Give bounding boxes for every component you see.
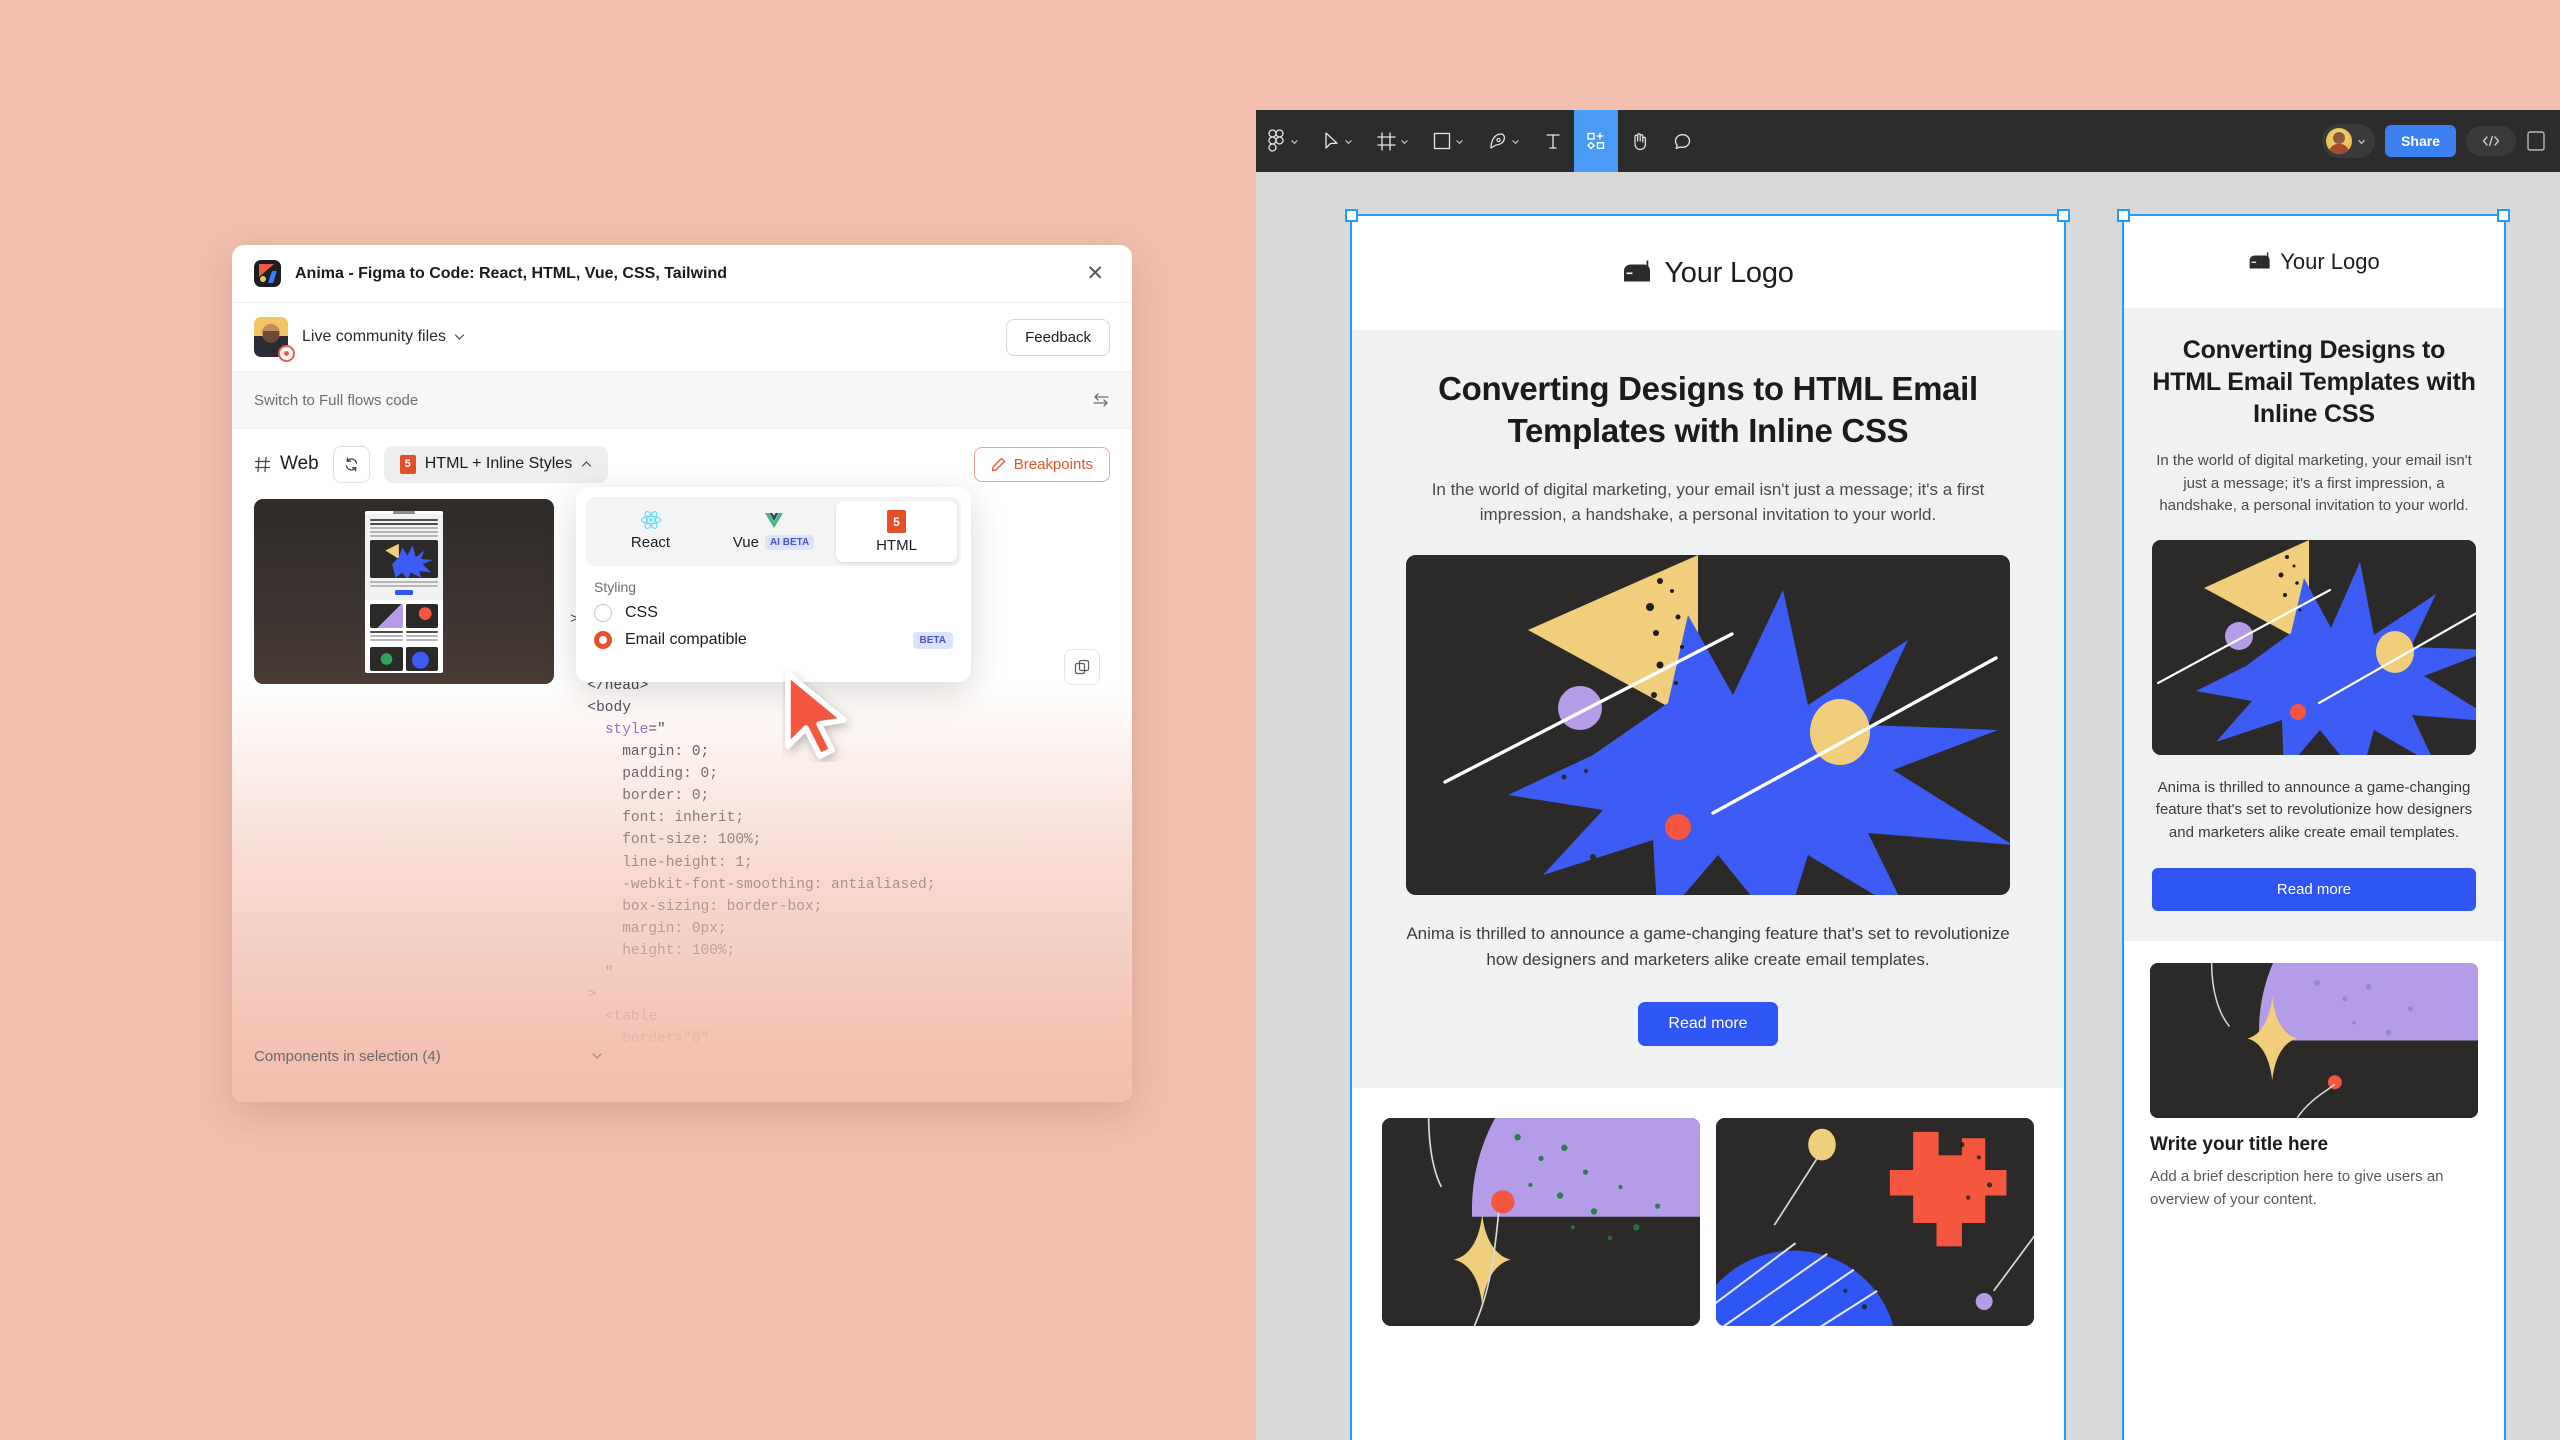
chevron-up-icon <box>582 461 592 467</box>
react-icon <box>640 511 661 529</box>
figma-canvas[interactable]: Your Logo Converting Designs to HTML Ema… <box>1256 172 2560 1440</box>
comment-bubble-icon <box>1674 133 1691 149</box>
plugin-bottom-bar: Components in selection (4) <box>232 1010 1132 1102</box>
styling-option-email-compatible[interactable]: Email compatible BETA <box>586 622 961 649</box>
breakpoints-label: Breakpoints <box>1013 455 1093 473</box>
figma-avatar-menu[interactable] <box>2322 124 2376 158</box>
copy-icon <box>1074 659 1090 675</box>
language-select-button[interactable]: 5 HTML + Inline Styles <box>383 445 609 483</box>
move-tool-button[interactable] <box>1311 110 1365 172</box>
preview-mini-page <box>365 510 443 673</box>
breakpoints-button[interactable]: Breakpoints <box>973 446 1110 482</box>
pen-icon <box>1490 132 1506 149</box>
pencil-icon <box>991 457 1005 471</box>
preview-thumbnail[interactable] <box>254 499 554 684</box>
plugins-grid-plus-icon <box>1587 132 1605 150</box>
styling-option-css[interactable]: CSS <box>586 595 961 622</box>
platform-label: Web <box>280 453 319 474</box>
figma-logo-icon <box>1268 129 1284 152</box>
swap-arrows-icon[interactable] <box>1092 391 1110 409</box>
share-button[interactable]: Share <box>2385 125 2456 157</box>
switch-flows-row[interactable]: Switch to Full flows code <box>232 371 1132 429</box>
chevron-down-icon <box>1456 139 1463 144</box>
present-play-icon[interactable] <box>2526 130 2546 152</box>
hand-icon <box>1634 133 1647 151</box>
framework-segmented-control: React Vue AI BETA 5 HTML <box>586 497 961 566</box>
figma-toolbar: Share <box>1256 110 2560 172</box>
text-tool-button[interactable] <box>1532 110 1574 172</box>
anima-logo-icon <box>254 260 281 287</box>
radio-css[interactable] <box>594 604 612 622</box>
framework-vue-label: Vue <box>732 534 759 551</box>
components-in-selection-label: Components in selection (4) <box>254 1047 441 1065</box>
selection-frame-mobile <box>2122 214 2506 1440</box>
vue-icon <box>764 513 783 528</box>
beta-badge: BETA <box>912 631 953 649</box>
selection-handle-mobile-tl[interactable] <box>2117 209 2130 222</box>
figma-menu-button[interactable] <box>1256 110 1311 172</box>
plugin-user-bar: Live community files Feedback <box>232 303 1132 371</box>
hash-icon <box>254 456 271 472</box>
plugin-titlebar: Anima - Figma to Code: React, HTML, Vue,… <box>232 245 1132 303</box>
radio-email-compatible[interactable] <box>594 631 612 649</box>
close-icon[interactable]: ✕ <box>1080 259 1110 288</box>
refresh-button[interactable] <box>332 445 370 483</box>
chevron-down-icon <box>454 334 465 340</box>
live-community-files-label: Live community files <box>302 328 447 345</box>
framework-react-label: React <box>630 534 671 551</box>
framework-option-react[interactable]: React <box>590 501 711 562</box>
html5-icon: 5 <box>399 454 416 474</box>
chevron-down-icon <box>1512 139 1519 144</box>
refresh-icon <box>345 457 357 471</box>
feedback-button[interactable]: Feedback <box>1006 318 1110 356</box>
styling-email-label: Email compatible <box>625 631 747 648</box>
switch-flows-label: Switch to Full flows code <box>254 391 419 409</box>
copy-code-button[interactable] <box>1064 649 1100 685</box>
chevron-down-icon <box>1345 139 1352 144</box>
code-brackets-icon <box>2482 135 2500 147</box>
selection-handle-tl[interactable] <box>1345 209 1358 222</box>
cursor-arrow-icon <box>1325 132 1338 149</box>
framework-html-label: HTML <box>876 537 917 554</box>
user-avatar <box>254 317 295 362</box>
chevron-down-icon <box>1291 139 1298 144</box>
html5-icon: 5 <box>887 510 906 533</box>
plugin-title: Anima - Figma to Code: React, HTML, Vue,… <box>295 264 728 282</box>
frame-icon <box>1377 131 1396 151</box>
pen-tool-button[interactable] <box>1476 110 1532 172</box>
dev-mode-toggle[interactable] <box>2466 126 2516 156</box>
text-T-icon <box>1546 133 1560 149</box>
language-label: HTML + Inline Styles <box>424 455 573 472</box>
components-in-selection-row[interactable]: Components in selection (4) <box>254 1048 603 1065</box>
square-icon <box>1433 132 1451 150</box>
chevron-down-icon <box>1401 139 1408 144</box>
selection-handle-tr[interactable] <box>2057 209 2070 222</box>
styling-css-label: CSS <box>625 604 658 621</box>
figma-application-window: Share Your Logo Converting Designs to HT… <box>1256 110 2560 1440</box>
selection-frame-desktop <box>1350 214 2066 1440</box>
shape-tool-button[interactable] <box>1421 110 1476 172</box>
gear-badge-icon <box>278 345 295 362</box>
frame-tool-button[interactable] <box>1365 110 1421 172</box>
chevron-down-icon <box>592 1053 602 1059</box>
chevron-down-icon <box>2358 139 2365 144</box>
comment-tool-button[interactable] <box>1661 110 1704 172</box>
styling-section-label: Styling <box>594 579 637 595</box>
toolbar-right-group: Share <box>2322 124 2560 158</box>
selection-handle-mobile-tr[interactable] <box>2497 209 2510 222</box>
framework-option-vue[interactable]: Vue AI BETA <box>713 501 834 562</box>
live-community-files-dropdown[interactable]: Live community files <box>302 328 465 346</box>
language-dropdown-popover: React Vue AI BETA 5 HTML Styling CSS Ema… <box>576 487 971 682</box>
user-avatar <box>2326 128 2353 154</box>
hand-tool-button[interactable] <box>1618 110 1661 172</box>
framework-option-html[interactable]: 5 HTML <box>836 501 957 562</box>
platform-web-tag[interactable]: Web <box>254 453 319 475</box>
actions-plugins-button[interactable] <box>1574 110 1618 172</box>
ai-beta-badge: AI BETA <box>764 535 815 550</box>
